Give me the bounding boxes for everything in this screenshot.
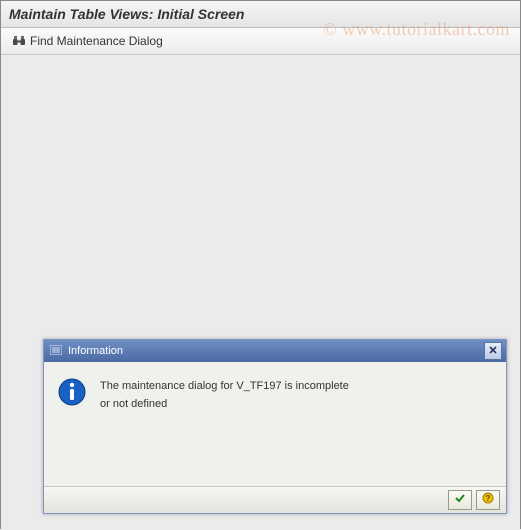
find-maintenance-dialog-button[interactable]: Find Maintenance Dialog bbox=[7, 32, 168, 50]
dialog-title: Information bbox=[68, 345, 123, 357]
close-icon bbox=[489, 346, 497, 357]
page-title: Maintain Table Views: Initial Screen bbox=[9, 6, 244, 22]
close-button[interactable] bbox=[484, 342, 502, 360]
information-dialog: Information The maintenance dialog for V… bbox=[43, 339, 507, 514]
check-icon bbox=[454, 491, 466, 509]
ok-button[interactable] bbox=[448, 490, 472, 510]
dialog-titlebar: Information bbox=[44, 340, 506, 362]
toolbar: Find Maintenance Dialog bbox=[1, 28, 520, 55]
dialog-footer: ? bbox=[44, 486, 506, 513]
binoculars-icon bbox=[12, 34, 26, 48]
find-maintenance-dialog-label: Find Maintenance Dialog bbox=[30, 34, 163, 48]
help-button[interactable]: ? bbox=[476, 490, 500, 510]
title-bar: Maintain Table Views: Initial Screen bbox=[1, 1, 520, 28]
svg-text:?: ? bbox=[486, 494, 491, 503]
help-icon: ? bbox=[482, 491, 494, 509]
dialog-message: The maintenance dialog for V_TF197 is in… bbox=[100, 378, 349, 458]
dialog-body: The maintenance dialog for V_TF197 is in… bbox=[44, 362, 506, 486]
dialog-message-line2: or not defined bbox=[100, 396, 349, 414]
window-list-icon bbox=[50, 345, 62, 358]
dialog-message-line1: The maintenance dialog for V_TF197 is in… bbox=[100, 378, 349, 396]
info-icon bbox=[58, 378, 86, 406]
